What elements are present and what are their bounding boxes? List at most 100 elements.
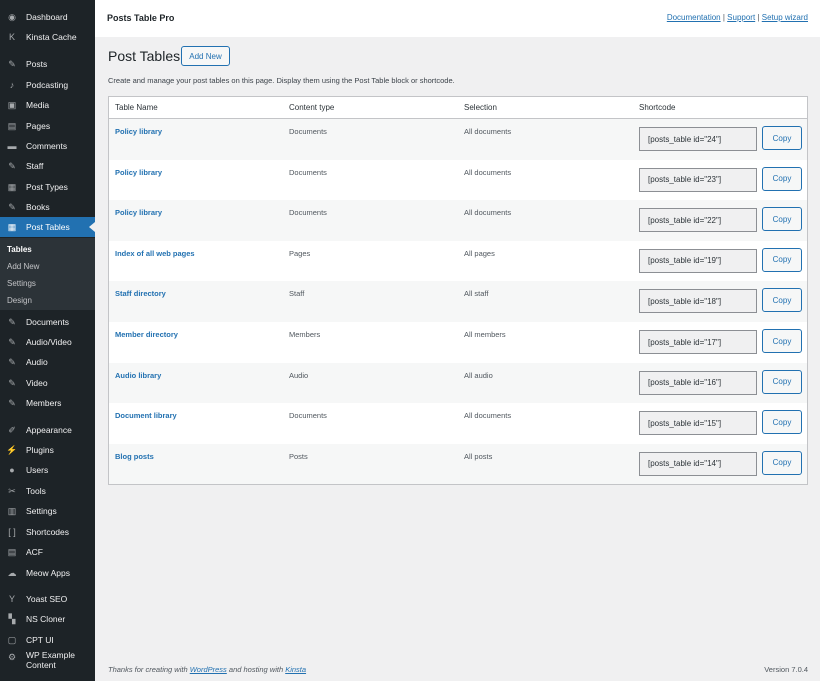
selection-cell: All members (464, 330, 506, 339)
submenu-item-design[interactable]: Design (7, 296, 32, 305)
selection-cell: All staff (464, 289, 489, 299)
sidebar-item-pages[interactable]: ▤ Pages (0, 116, 95, 136)
table-row: Policy library Documents All documents [pos… (109, 200, 807, 241)
sidebar-item-label: Video (26, 378, 48, 388)
sidebar-item-audio[interactable]: ✎ Audio (0, 352, 95, 372)
table-row: Member directory Members All members [posts… (109, 322, 807, 363)
sidebar-item-comments[interactable]: ▬ Comments (0, 136, 95, 156)
selection-cell: All documents (464, 208, 512, 218)
table-name-link[interactable]: Member directory (115, 330, 178, 339)
copy-shortcode-button[interactable]: Copy (762, 329, 802, 353)
sidebar-item-cpt-ui[interactable]: ▢ CPT UI (0, 630, 95, 650)
content-type-cell: Members (289, 330, 321, 339)
sidebar-item-post-tables[interactable]: ▦ Post Tables (0, 217, 95, 237)
submenu-item-settings[interactable]: Settings (7, 279, 36, 288)
sidebar-item-podcasting[interactable]: ♪ Podcasting (0, 75, 95, 95)
sidebar-item-users[interactable]: ● Users (0, 460, 95, 480)
sidebar-item-audio-video[interactable]: ✎ Audio/Video (0, 332, 95, 352)
footer-middle: and hosting with (228, 665, 284, 674)
sidebar-item-kinsta-cache[interactable]: K Kinsta Cache (0, 27, 95, 47)
sidebar-item-label: CPT UI (26, 635, 54, 645)
sidebar-item-media[interactable]: ▣ Media (0, 95, 95, 115)
wrench-icon: ✂ (8, 485, 16, 496)
sidebar-item-label: Dashboard (26, 12, 68, 22)
table-name-link[interactable]: Index of all web pages (115, 249, 195, 258)
sidebar-item-label: Podcasting (26, 80, 69, 90)
table-name-link[interactable]: Blog posts (115, 452, 154, 461)
shortcode-field[interactable]: [posts_table id="22"] (639, 208, 757, 233)
table-name-link[interactable]: Policy library (115, 168, 162, 177)
sidebar-item-documents[interactable]: ✎ Documents (0, 312, 95, 332)
sidebar-item-ns-cloner[interactable]: ▚ NS Cloner (0, 609, 95, 629)
shortcode-field[interactable]: [posts_table id="23"] (639, 167, 757, 192)
shortcode-field[interactable]: [posts_table id="19"] (639, 248, 757, 273)
add-new-button[interactable]: Add New (181, 46, 230, 66)
shortcode-field[interactable]: [posts_table id="18"] (639, 289, 757, 314)
documentation-link[interactable]: Documentation (667, 13, 721, 22)
sidebar-item-shortcodes[interactable]: [ ] Shortcodes (0, 522, 95, 542)
table-row: Policy library Documents All documents [pos… (109, 119, 807, 160)
copy-shortcode-button[interactable]: Copy (762, 126, 802, 150)
table-header: Table Name Content type Selection Shortc… (109, 97, 807, 119)
table-name-link[interactable]: Policy library (115, 208, 162, 217)
sidebar-item-label: ACF (26, 547, 43, 557)
content-type-cell: Pages (289, 248, 311, 258)
sidebar-item-dashboard[interactable]: ◉ Dashboard (0, 7, 95, 27)
sidebar-item-plugins[interactable]: ⚡ Plugins (0, 440, 95, 460)
sidebar-item-label: Comments (26, 141, 68, 151)
shortcode-field[interactable]: [posts_table id="15"] (639, 411, 757, 436)
sidebar-item-label: Members (26, 398, 62, 408)
wordpress-link[interactable]: WordPress (190, 665, 227, 674)
copy-shortcode-button[interactable]: Copy (762, 288, 802, 313)
sidebar-item-yoast-seo[interactable]: Y Yoast SEO (0, 589, 95, 609)
sidebar-item-books[interactable]: ✎ Books (0, 197, 95, 217)
support-link[interactable]: Support (727, 13, 755, 22)
sidebar-item-acf[interactable]: ▤ ACF (0, 542, 95, 562)
shortcode-field[interactable]: [posts_table id="14"] (639, 451, 757, 476)
pin-icon: ✎ (8, 201, 16, 212)
pin-icon: ✎ (8, 336, 16, 347)
microphone-icon: ♪ (9, 80, 15, 90)
content-type-cell: Staff (289, 289, 305, 299)
kinsta-link[interactable]: Kinsta (285, 665, 306, 674)
pin-icon: ✎ (8, 160, 16, 171)
sidebar-item-posts[interactable]: ✎ Posts (0, 54, 95, 74)
setup-wizard-link[interactable]: Setup wizard (762, 13, 808, 22)
copy-shortcode-button[interactable]: Copy (762, 207, 802, 232)
header-links: Documentation | Support | Setup wizard (667, 13, 808, 22)
shortcode-field[interactable]: [posts_table id="16"] (639, 370, 757, 395)
submenu-item-add-new[interactable]: Add New (7, 262, 39, 271)
copy-shortcode-button[interactable]: Copy (762, 450, 802, 475)
sidebar-item-settings[interactable]: ▥ Settings (0, 501, 95, 521)
submenu-item-tables[interactable]: Tables (7, 245, 32, 254)
sidebar-item-post-types[interactable]: ▦ Post Types (0, 177, 95, 197)
copy-shortcode-button[interactable]: Copy (762, 369, 802, 394)
settings-icon: ▥ (7, 505, 17, 516)
sidebar-item-label: Appearance (26, 425, 72, 435)
dashboard-icon: ◉ (8, 11, 16, 22)
table-name-link[interactable]: Staff directory (115, 289, 166, 298)
table-name-link[interactable]: Audio library (115, 371, 161, 380)
sidebar-item-meow-apps[interactable]: ☁ Meow Apps (0, 563, 95, 583)
table-row: Index of all web pages Pages All pages [pos… (109, 241, 807, 282)
table-name-link[interactable]: Document library (115, 411, 177, 420)
column-header-shortcode: Shortcode (639, 103, 676, 112)
copy-shortcode-button[interactable]: Copy (762, 166, 802, 191)
copy-shortcode-button[interactable]: Copy (762, 410, 802, 435)
shortcode-field[interactable]: [posts_table id="17"] (639, 330, 757, 354)
sidebar-item-staff[interactable]: ✎ Staff (0, 156, 95, 176)
selection-cell: All documents (464, 411, 512, 421)
table-name-link[interactable]: Policy library (115, 127, 162, 136)
shortcode-field[interactable]: [posts_table id="24"] (639, 127, 757, 151)
sidebar-item-tools[interactable]: ✂ Tools (0, 481, 95, 501)
pin-icon: ✎ (8, 316, 16, 327)
sidebar-item-wp-example[interactable]: ⚙ WP Example Content (0, 650, 95, 678)
pin-icon: ✎ (8, 356, 16, 367)
sidebar-item-members[interactable]: ✎ Members (0, 393, 95, 413)
sidebar-item-label: Post Types (26, 182, 68, 192)
sidebar-item-video[interactable]: ✎ Video (0, 373, 95, 393)
sidebar-item-label: Shortcodes (26, 527, 69, 537)
copy-shortcode-button[interactable]: Copy (762, 247, 802, 272)
sidebar-item-appearance[interactable]: ✐ Appearance (0, 420, 95, 440)
content-type-cell: Documents (289, 167, 327, 177)
